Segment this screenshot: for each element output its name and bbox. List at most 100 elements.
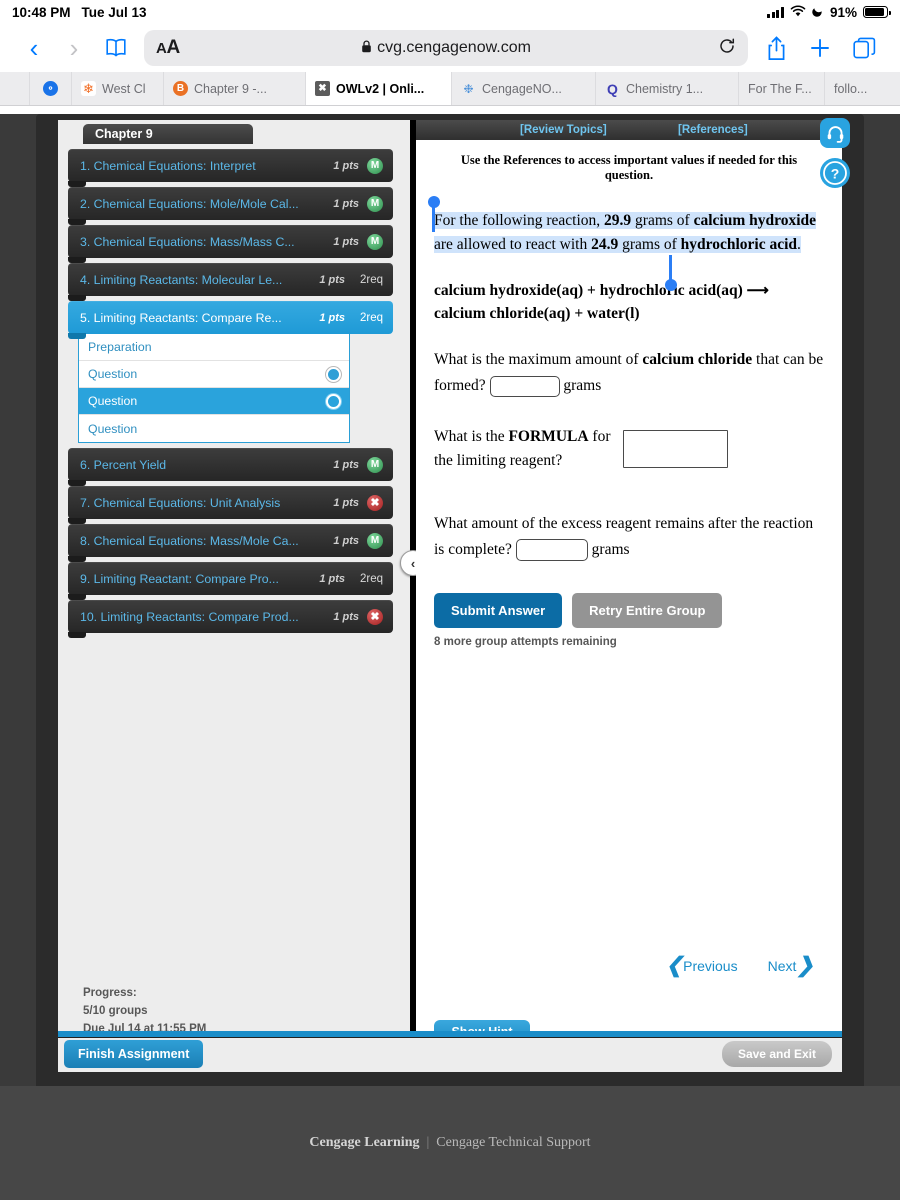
tab-west-cl[interactable]: ❄ West Cl bbox=[72, 72, 164, 105]
question-points: 1 pts bbox=[333, 610, 359, 623]
sidebar-item-9[interactable]: 9. Limiting Reactant: Compare Pro... 1 p… bbox=[68, 562, 393, 600]
sublist-item-question-1[interactable]: Question bbox=[79, 361, 349, 388]
question-title: 6. Percent Yield bbox=[80, 457, 167, 472]
owl-application: Chapter 9 1. Chemical Equations: Interpr… bbox=[58, 120, 842, 1072]
finish-assignment-button[interactable]: Finish Assignment bbox=[64, 1040, 204, 1068]
equation-rhs-pre: acid(aq) bbox=[688, 282, 743, 299]
sidebar-item-6[interactable]: 6. Percent Yield 1 pts M bbox=[68, 448, 393, 486]
question-points: 1 pts bbox=[333, 197, 359, 210]
owl-app-frame: ? Chapter 9 1. Chemical Equations: Inter… bbox=[36, 114, 864, 1138]
battery-icon bbox=[863, 6, 891, 18]
tab-chemistry[interactable]: Q Chemistry 1... bbox=[596, 72, 739, 105]
footer-brand: Cengage Learning bbox=[309, 1135, 420, 1150]
tab-for-the-f[interactable]: For The F... bbox=[739, 72, 825, 105]
answer-input-formula[interactable] bbox=[622, 430, 728, 468]
back-button[interactable]: ‹ bbox=[14, 35, 54, 61]
footer-separator: | bbox=[426, 1135, 430, 1150]
q1-bold: calcium chloride bbox=[642, 351, 753, 368]
content-inner: Use the References to access important v… bbox=[416, 140, 842, 648]
ios-status-bar: 10:48 PM Tue Jul 13 91% bbox=[0, 0, 900, 24]
footer-support-link[interactable]: Cengage Technical Support bbox=[436, 1135, 590, 1150]
sublist-item-preparation[interactable]: Preparation bbox=[79, 334, 349, 361]
sublist-item-question-2[interactable]: Question bbox=[79, 388, 349, 415]
quizlet-q-icon: Q bbox=[607, 80, 618, 97]
retry-entire-group-button[interactable]: Retry Entire Group bbox=[572, 593, 723, 628]
tab-follo[interactable]: follo... bbox=[825, 72, 900, 105]
tab-safari-start[interactable]: ⚬ bbox=[30, 72, 72, 105]
question-required: 2req bbox=[359, 572, 383, 585]
app-footer-bar: Finish Assignment Save and Exit bbox=[58, 1038, 842, 1072]
mastery-badge-icon: M bbox=[367, 532, 383, 549]
battery-percent: 91% bbox=[829, 4, 857, 20]
assignment-sidebar: Chapter 9 1. Chemical Equations: Interpr… bbox=[58, 120, 403, 1072]
safari-icon: ⚬ bbox=[43, 81, 58, 96]
question-mark-circle-icon[interactable]: ? bbox=[820, 158, 850, 188]
sidebar-item-4[interactable]: 4. Limiting Reactants: Molecular Le... 1… bbox=[68, 263, 393, 301]
paw-icon: ❄ bbox=[81, 81, 96, 96]
sidebar-item-8[interactable]: 8. Chemical Equations: Mass/Mole Ca... 1… bbox=[68, 524, 393, 562]
sidebar-item-1[interactable]: 1. Chemical Equations: Interpret 1 pts M bbox=[68, 149, 393, 187]
tab-cengagenow[interactable]: ❉ CengageNO... bbox=[452, 72, 596, 105]
mastery-badge-icon: M bbox=[367, 233, 383, 250]
forward-button[interactable]: › bbox=[54, 35, 94, 61]
chemical-equation: calcium hydroxide(aq) + hydrochloric aci… bbox=[434, 279, 824, 325]
question-points: 1 pts bbox=[319, 273, 345, 286]
mastery-badge-icon: M bbox=[367, 195, 383, 212]
blackboard-b-icon: B bbox=[173, 81, 188, 96]
q3-unit: grams bbox=[591, 541, 630, 558]
new-tab-button[interactable] bbox=[798, 36, 842, 60]
cengage-dots-icon: ❉ bbox=[463, 81, 474, 96]
address-bar[interactable]: AA cvg.cengagenow.com bbox=[144, 30, 748, 66]
mastery-badge-icon: M bbox=[367, 456, 383, 473]
question-points: 1 pts bbox=[319, 572, 345, 585]
question-title: 10. Limiting Reactants: Compare Prod... bbox=[80, 609, 299, 624]
equation-lhs: calcium hydroxide(aq) + hydrochloric bbox=[434, 282, 685, 299]
review-topics-link[interactable]: [Review Topics] bbox=[520, 124, 607, 136]
action-buttons: Submit Answer Retry Entire Group bbox=[434, 593, 824, 628]
sublist-item-question-3[interactable]: Question bbox=[79, 415, 349, 442]
sidebar-item-10[interactable]: 10. Limiting Reactants: Compare Prod... … bbox=[68, 600, 393, 638]
status-date: Tue Jul 13 bbox=[81, 4, 147, 20]
next-button[interactable]: Next ❯ bbox=[768, 953, 814, 978]
sublist-label: Question bbox=[88, 367, 138, 381]
sublist-label: Question bbox=[88, 394, 138, 408]
problem-part5: . bbox=[797, 236, 801, 253]
text-size-button[interactable]: AA bbox=[156, 37, 180, 59]
sublist-label: Question bbox=[88, 421, 138, 436]
bookmarks-button[interactable] bbox=[94, 37, 138, 59]
problem-part1: For the following reaction, bbox=[434, 212, 605, 229]
share-button[interactable] bbox=[754, 35, 798, 61]
page-shell: ? Chapter 9 1. Chemical Equations: Inter… bbox=[0, 114, 900, 1200]
tab-chapter-9[interactable]: B Chapter 9 -... bbox=[164, 72, 306, 105]
q1-unit: grams bbox=[563, 377, 602, 394]
attempts-remaining: 8 more group attempts remaining bbox=[434, 636, 617, 648]
question-points: 1 pts bbox=[319, 311, 345, 324]
selection-handle-end[interactable] bbox=[664, 255, 677, 291]
sidebar-item-3[interactable]: 3. Chemical Equations: Mass/Mass C... 1 … bbox=[68, 225, 393, 263]
previous-button[interactable]: ❮ Previous bbox=[666, 953, 738, 978]
sublist-label: Preparation bbox=[88, 340, 152, 354]
reload-button[interactable] bbox=[718, 37, 736, 60]
submit-answer-button[interactable]: Submit Answer bbox=[434, 593, 563, 628]
headset-icon[interactable] bbox=[820, 118, 850, 148]
tab-owlv2[interactable]: ✖ OWLv2 | Onli... bbox=[306, 72, 452, 105]
footer-text: Cengage Learning | Cengage Technical Suppo… bbox=[309, 1135, 590, 1151]
browser-tab-strip: ⚬ ❄ West Cl B Chapter 9 -... ✖ OWLv2 | O… bbox=[0, 72, 900, 106]
tab-label: For The F... bbox=[748, 81, 812, 96]
question-points: 1 pts bbox=[333, 534, 359, 547]
answer-input-excess[interactable] bbox=[515, 539, 588, 562]
references-link[interactable]: [References] bbox=[678, 124, 748, 136]
question-points: 1 pts bbox=[333, 458, 359, 471]
tab-spacer bbox=[0, 72, 30, 105]
question-content-panel: [Review Topics] [References] Use the Ref… bbox=[416, 120, 842, 1044]
problem-mass2: 24.9 bbox=[591, 236, 619, 253]
sidebar-item-5[interactable]: 5. Limiting Reactants: Compare Re... 1 p… bbox=[68, 301, 393, 339]
save-and-exit-button[interactable]: Save and Exit bbox=[721, 1041, 832, 1067]
sidebar-item-2[interactable]: 2. Chemical Equations: Mole/Mole Cal... … bbox=[68, 187, 393, 225]
sidebar-item-7[interactable]: 7. Chemical Equations: Unit Analysis 1 p… bbox=[68, 486, 393, 524]
answer-input-max-amount[interactable] bbox=[489, 375, 560, 397]
question-navigation: ❮ Previous Next ❯ bbox=[666, 953, 814, 978]
tabs-overview-button[interactable] bbox=[842, 37, 886, 60]
chevron-right-icon: ❯ bbox=[796, 954, 814, 977]
selection-handle-start[interactable] bbox=[427, 196, 440, 232]
